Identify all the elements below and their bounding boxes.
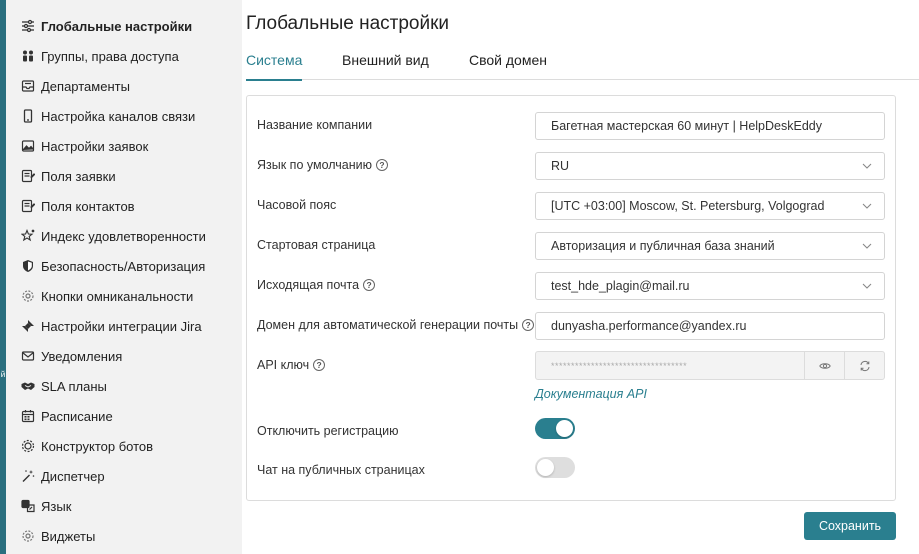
- tab-appearance[interactable]: Внешний вид: [342, 44, 429, 80]
- sidebar-item-label: Настройки интеграции Jira: [41, 318, 202, 334]
- sidebar-item-label: Безопасность/Авторизация: [41, 258, 206, 274]
- sidebar-item-groups[interactable]: Группы, права доступа: [20, 45, 179, 67]
- timezone-label: Часовой пояс: [257, 198, 337, 212]
- regenerate-api-key-button[interactable]: [844, 352, 884, 379]
- sidebar-item-satisfaction-index[interactable]: Индекс удовлетворенности: [20, 225, 206, 247]
- sidebar-item-label: SLA планы: [41, 378, 107, 394]
- show-api-key-button[interactable]: [804, 352, 844, 379]
- chevron-down-icon: [862, 243, 872, 249]
- sidebar-item-security[interactable]: Безопасность/Авторизация: [20, 255, 205, 277]
- sidebar-item-dispatcher[interactable]: Диспетчер: [20, 465, 105, 487]
- sidebar-item-label: Настройка каналов связи: [41, 108, 196, 124]
- sidebar-item-label: Кнопки омниканальности: [41, 288, 194, 304]
- image-icon: [20, 139, 35, 154]
- sliders-icon: [20, 19, 35, 34]
- sidebar-item-bot-builder[interactable]: Конструктор ботов: [20, 435, 153, 457]
- start-page-label: Стартовая страница: [257, 238, 376, 252]
- auto-mail-domain-label: Домен для автоматической генерации почты…: [257, 318, 535, 332]
- gear-icon: [20, 289, 35, 304]
- public-chat-label: Чат на публичных страницах: [257, 463, 425, 477]
- calendar-icon: [20, 409, 35, 424]
- sidebar-item-jira-integration[interactable]: Настройки интеграции Jira: [20, 315, 202, 337]
- form-icon: [20, 169, 35, 184]
- api-key-value[interactable]: **********************************: [536, 361, 804, 371]
- sidebar-item-label: Настройки заявок: [41, 138, 149, 154]
- bot-icon: [20, 439, 35, 454]
- company-name-input[interactable]: Багетная мастерская 60 минут | HelpDeskE…: [535, 112, 885, 140]
- toggle-knob: [556, 420, 573, 437]
- refresh-icon: [860, 360, 869, 371]
- magic-icon: [20, 469, 35, 484]
- sidebar-item-ticket-settings[interactable]: Настройки заявок: [20, 135, 148, 157]
- inbox-icon: [20, 79, 35, 94]
- help-icon[interactable]: ?: [522, 319, 535, 331]
- sidebar-item-label: Поля контактов: [41, 198, 135, 214]
- sidebar-item-schedule[interactable]: Расписание: [20, 405, 113, 427]
- settings-sidebar: Глобальные настройки Группы, права досту…: [6, 0, 242, 554]
- disable-registration-label: Отключить регистрацию: [257, 424, 399, 438]
- sidebar-item-ticket-fields[interactable]: Поля заявки: [20, 165, 116, 187]
- sidebar-item-label: Группы, права доступа: [41, 48, 179, 64]
- sidebar-item-label: Конструктор ботов: [41, 438, 154, 454]
- auto-mail-domain-input[interactable]: dunyasha.performance@yandex.ru: [535, 312, 885, 340]
- save-button[interactable]: Сохранить: [804, 512, 896, 540]
- sidebar-item-global-settings[interactable]: Глобальные настройки: [20, 15, 192, 37]
- users-icon: [20, 49, 35, 64]
- help-icon[interactable]: ?: [313, 359, 326, 371]
- sidebar-item-omnichannel-buttons[interactable]: Кнопки омниканальности: [20, 285, 193, 307]
- stars-icon: [20, 229, 35, 244]
- sidebar-item-label: Диспетчер: [41, 468, 105, 484]
- tab-custom-domain[interactable]: Свой домен: [469, 44, 547, 80]
- sidebar-item-widgets[interactable]: Виджеты: [20, 525, 95, 547]
- contact-form-icon: [20, 199, 35, 214]
- mobile-icon: [20, 109, 35, 124]
- help-icon[interactable]: ?: [363, 279, 376, 291]
- sidebar-item-language[interactable]: Язык: [20, 495, 71, 517]
- shield-icon: [20, 259, 35, 274]
- default-language-label: Язык по умолчанию?: [257, 158, 389, 172]
- public-chat-toggle[interactable]: [535, 457, 575, 478]
- outgoing-mail-label: Исходящая почта?: [257, 278, 376, 292]
- sidebar-item-label: Виджеты: [41, 528, 96, 544]
- eye-icon: [818, 362, 831, 369]
- sidebar-item-label: Поля заявки: [41, 168, 116, 184]
- sidebar-item-label: Глобальные настройки: [41, 18, 193, 34]
- api-key-field: **********************************: [535, 351, 885, 380]
- sidebar-item-label: Департаменты: [41, 78, 130, 94]
- default-language-select[interactable]: RU: [535, 152, 885, 180]
- toggle-knob: [537, 459, 554, 476]
- timezone-select[interactable]: [UTC +03:00] Moscow, St. Petersburg, Vol…: [535, 192, 885, 220]
- sidebar-item-label: Индекс удовлетворенности: [41, 228, 206, 244]
- sidebar-item-label: Расписание: [41, 408, 113, 424]
- sidebar-item-label: Уведомления: [41, 348, 123, 364]
- api-documentation-link[interactable]: Документация API: [535, 387, 647, 401]
- start-page-select[interactable]: Авторизация и публичная база знаний: [535, 232, 885, 260]
- envelope-icon: [20, 349, 35, 364]
- help-icon[interactable]: ?: [376, 159, 389, 171]
- api-key-label: API ключ?: [257, 358, 326, 372]
- sidebar-item-channels[interactable]: Настройка каналов связи: [20, 105, 195, 127]
- translate-icon: [20, 499, 35, 514]
- outgoing-mail-select[interactable]: test_hde_plagin@mail.ru: [535, 272, 885, 300]
- chevron-down-icon: [862, 203, 872, 209]
- settings-tabs: Система Внешний вид Свой домен: [246, 44, 919, 81]
- sidebar-item-notifications[interactable]: Уведомления: [20, 345, 122, 367]
- sidebar-item-departments[interactable]: Департаменты: [20, 75, 130, 97]
- tab-system[interactable]: Система: [246, 44, 303, 81]
- chevron-down-icon: [862, 163, 872, 169]
- page-title: Глобальные настройки: [246, 13, 450, 34]
- sidebar-item-contact-fields[interactable]: Поля контактов: [20, 195, 135, 217]
- company-name-label: Название компании: [257, 118, 373, 132]
- handshake-icon: [20, 379, 35, 394]
- gear-icon: [20, 529, 35, 544]
- sidebar-item-label: Язык: [41, 498, 72, 514]
- sidebar-item-sla-plans[interactable]: SLA планы: [20, 375, 107, 397]
- chevron-down-icon: [862, 283, 872, 289]
- disable-registration-toggle[interactable]: [535, 418, 575, 439]
- jira-icon: [20, 319, 35, 334]
